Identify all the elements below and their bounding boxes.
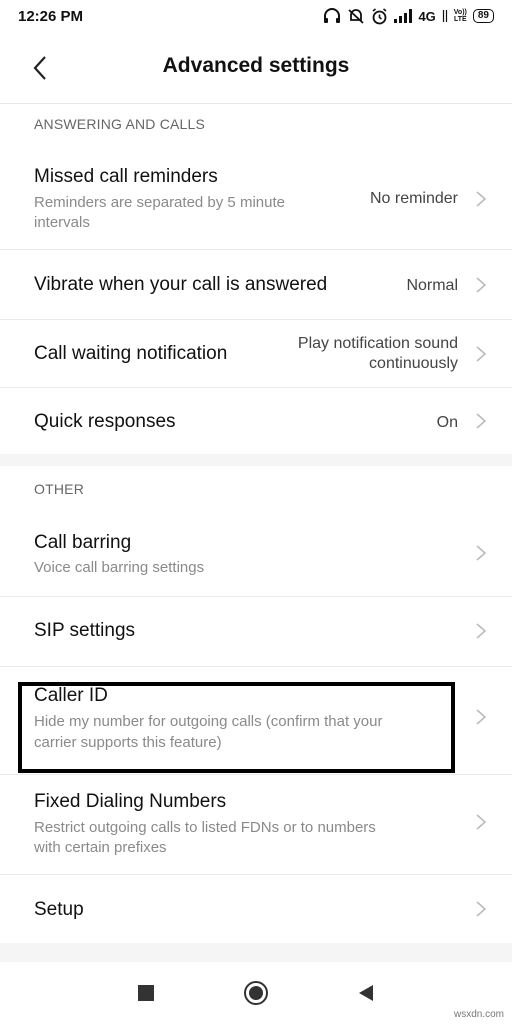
row-missed-call-reminders[interactable]: Missed call reminders Reminders are sepa…	[0, 150, 512, 250]
row-title: Setup	[34, 899, 84, 920]
chevron-right-icon	[476, 545, 487, 561]
chevron-right-icon	[476, 413, 487, 429]
status-icons: 4G Vo)) LTE 89	[323, 7, 494, 25]
volte-top: Vo))	[453, 9, 467, 16]
chevron-right-icon	[476, 814, 487, 830]
row-title: Call barring	[34, 532, 132, 553]
page-title: Advanced settings	[162, 54, 350, 77]
headphones-icon	[324, 8, 341, 23]
status-bar: 12:26 PM 4G Vo)) LTE 89	[0, 0, 512, 32]
row-value: Normal	[406, 277, 458, 294]
row-subtitle-line1: Reminders are separated by 5 minute	[34, 194, 285, 211]
network-type: 4G	[418, 8, 436, 24]
highlight-annotation-box	[18, 682, 455, 773]
section-title-other: OTHER	[34, 481, 84, 497]
watermark: wsxdn.com	[453, 1009, 504, 1020]
chevron-right-icon	[476, 346, 487, 362]
alarm-icon	[372, 7, 387, 24]
recents-square-icon[interactable]	[137, 984, 155, 1002]
row-value-line1: Play notification sound	[297, 335, 458, 352]
row-quick-responses[interactable]: Quick responses On	[0, 388, 512, 454]
system-nav-bar	[0, 962, 512, 1024]
row-title: Vibrate when your call is answered	[34, 274, 328, 295]
row-fixed-dialing-numbers[interactable]: Fixed Dialing Numbers Restrict outgoing …	[0, 775, 512, 875]
row-subtitle-line1: Restrict outgoing calls to listed FDNs o…	[34, 819, 376, 836]
home-circle-icon[interactable]	[243, 980, 269, 1006]
section-title-answering: ANSWERING AND CALLS	[34, 116, 206, 132]
chevron-right-icon	[476, 709, 487, 725]
row-value: On	[436, 414, 458, 431]
row-sip-settings[interactable]: SIP settings	[0, 597, 512, 667]
chevron-right-icon	[476, 623, 487, 639]
chevron-right-icon	[476, 901, 487, 917]
row-vibrate-when-answered[interactable]: Vibrate when your call is answered Norma…	[0, 250, 512, 320]
network-arrows-icon	[442, 10, 447, 22]
volte-bottom: LTE	[453, 16, 467, 23]
back-triangle-icon[interactable]	[357, 984, 375, 1002]
row-value: No reminder	[369, 190, 458, 207]
battery-level: 89	[477, 10, 489, 21]
signal-icon	[394, 9, 413, 23]
chevron-right-icon	[476, 277, 487, 293]
row-call-barring[interactable]: Call barring Voice call barring settings	[0, 512, 512, 597]
status-time: 12:26 PM	[18, 7, 84, 25]
volte-indicator: Vo)) LTE	[454, 9, 467, 23]
row-subtitle-line2: intervals	[34, 214, 90, 231]
bottom-band	[0, 943, 512, 962]
chevron-right-icon	[476, 191, 487, 207]
row-title: Call waiting notification	[34, 343, 228, 364]
section-divider	[0, 454, 512, 466]
row-title: Fixed Dialing Numbers	[34, 791, 227, 812]
row-setup[interactable]: Setup	[0, 875, 512, 943]
row-title: Missed call reminders	[34, 166, 218, 187]
row-call-waiting-notification[interactable]: Call waiting notification Play notificat…	[0, 320, 512, 388]
row-title: SIP settings	[34, 620, 136, 641]
app-header: Advanced settings	[0, 32, 512, 104]
row-subtitle-line2: with certain prefixes	[34, 839, 167, 856]
mute-icon	[348, 9, 365, 24]
battery-icon: 89	[472, 9, 494, 23]
row-subtitle: Voice call barring settings	[34, 559, 205, 576]
row-value-line2: continuously	[369, 355, 458, 372]
row-title: Quick responses	[34, 411, 176, 432]
